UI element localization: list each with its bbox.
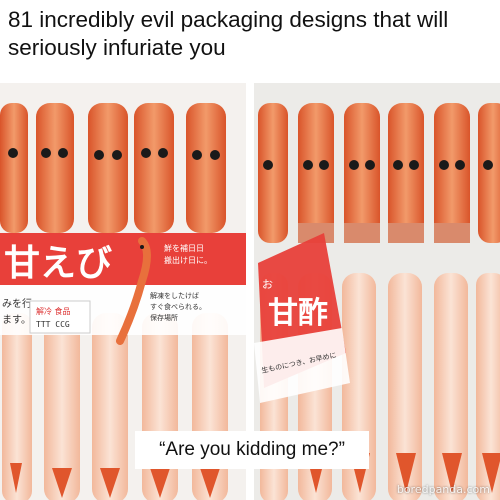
- label-small-5: 解凍をしたけば: [150, 291, 199, 300]
- peeled-label-main: 甘酢: [268, 296, 328, 331]
- watermark: boredpanda.com: [396, 483, 490, 496]
- label-small-3: みを行: [2, 297, 32, 310]
- peeled-label-prefix: お: [262, 278, 273, 291]
- label-small-4: ます。: [2, 314, 31, 326]
- headline: 81 incredibly evil packaging designs tha…: [8, 7, 449, 60]
- product-label: 甘えび 鮮を補日日 搬出け日に。 みを行 ます。 解凍をしたけば すぐ食べられる…: [0, 233, 246, 345]
- label-small-7: 保存場所: [150, 313, 178, 322]
- sticker-text: 解冷 食品: [36, 306, 71, 316]
- caption-box: “Are you kidding me?”: [135, 431, 369, 469]
- label-small-6: すぐ食べられる。: [150, 302, 206, 311]
- label-main-text: 甘えび: [4, 243, 112, 284]
- label-small-2: 搬出け日に。: [164, 255, 212, 265]
- sticker-code: TTT CCG: [36, 320, 70, 329]
- label-small-1: 鮮を補日日: [164, 243, 204, 253]
